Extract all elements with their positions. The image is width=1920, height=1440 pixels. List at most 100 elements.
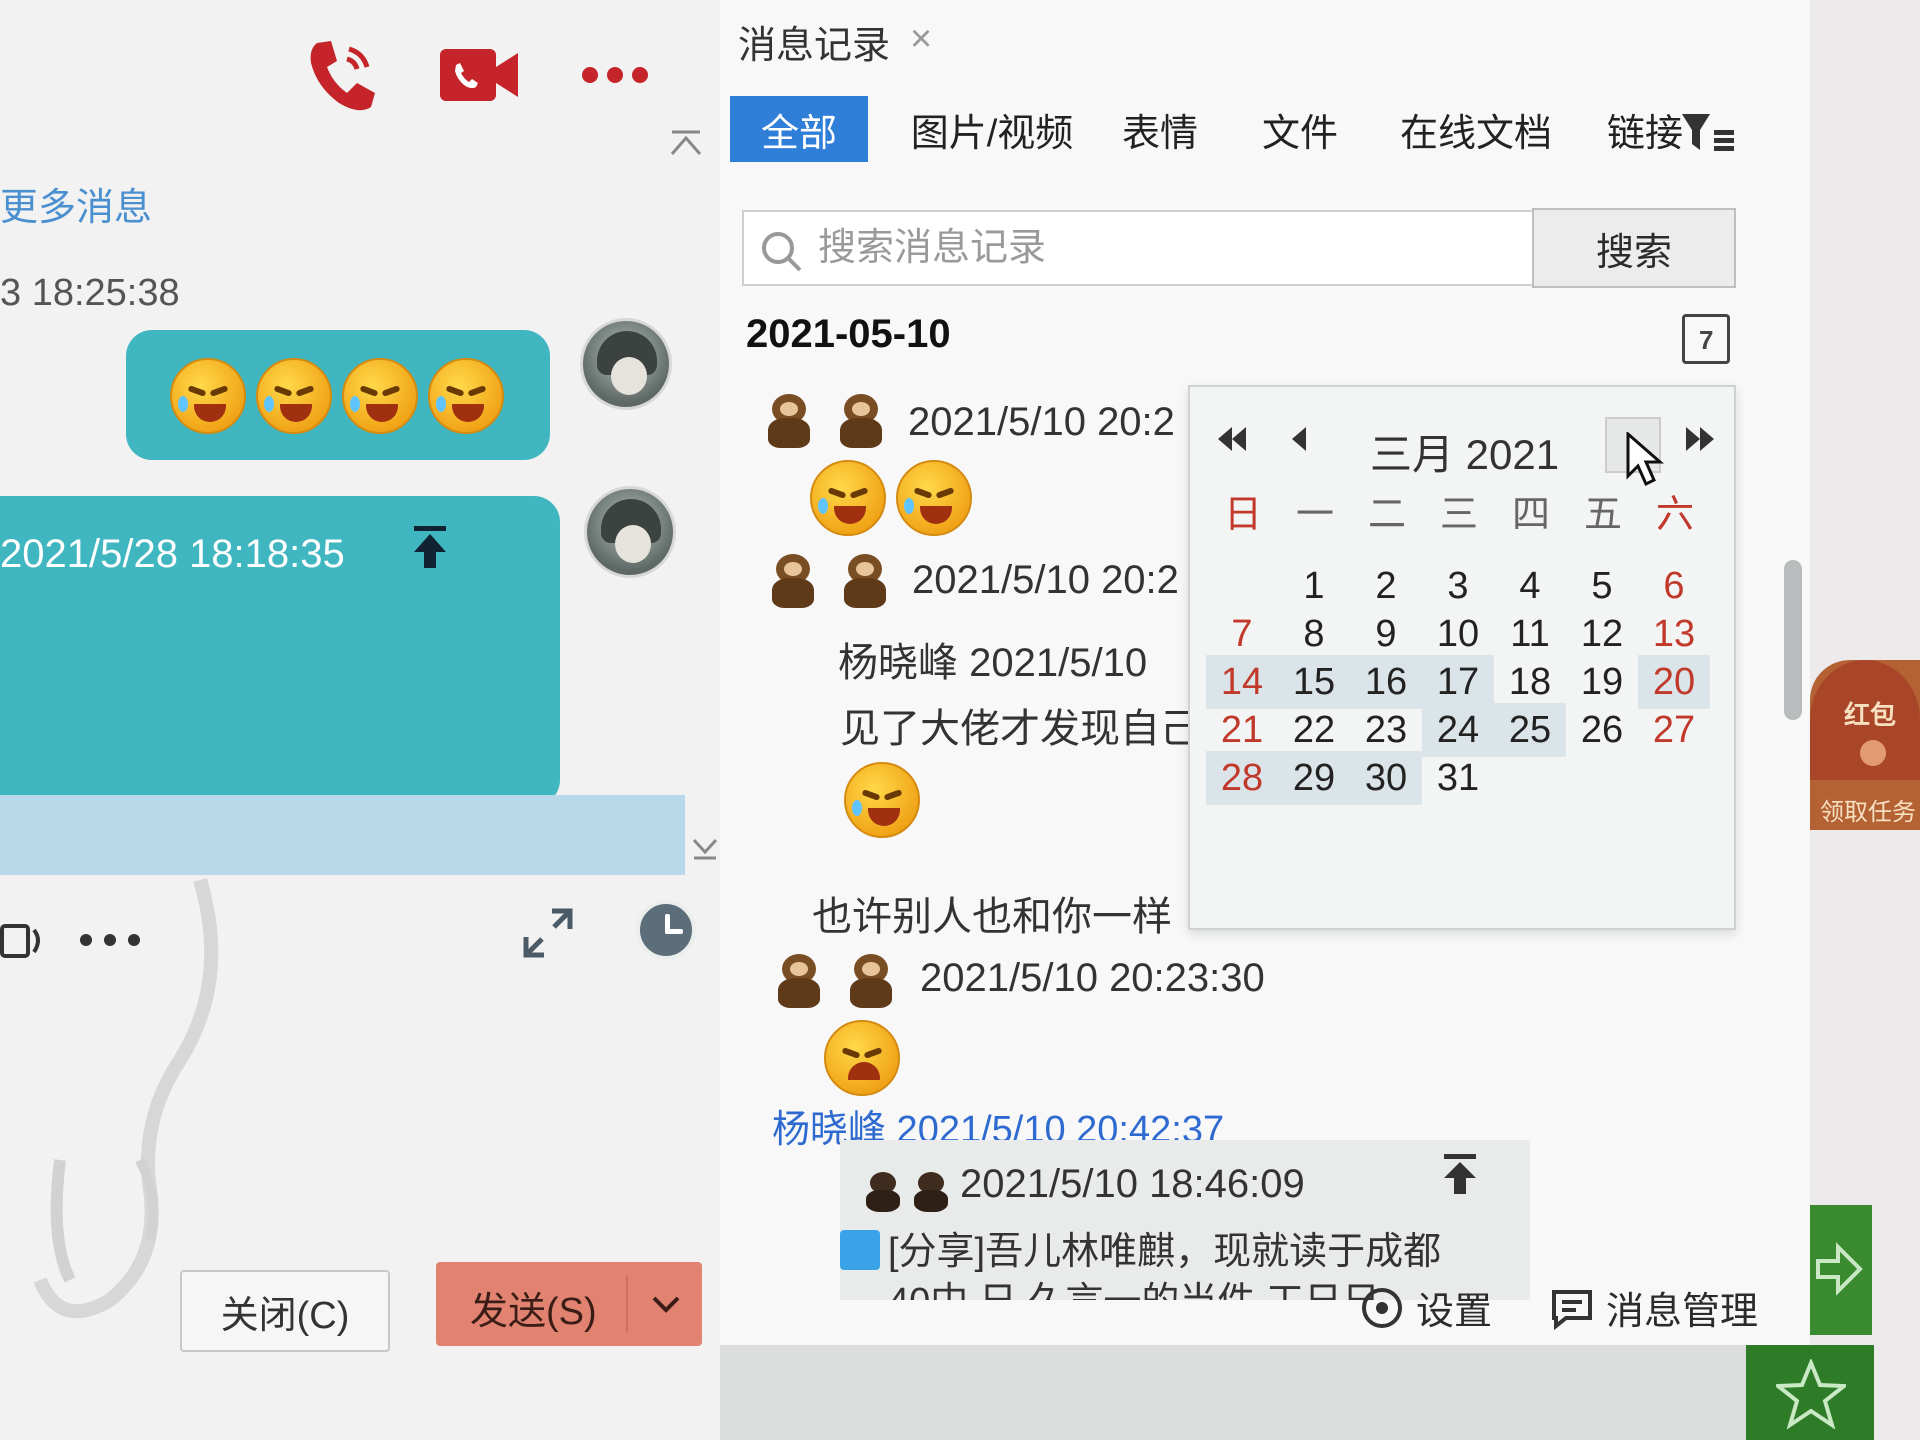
panel-title: 消息记录 [738,25,891,67]
calendar-day[interactable]: 16 [1350,655,1422,709]
send-button[interactable]: 发送(S) [436,1262,702,1346]
calendar-day[interactable]: 24 [1422,703,1494,757]
monkey-avatar [768,948,830,1010]
calendar-day[interactable]: 14 [1206,655,1278,709]
calendar-day[interactable]: 3 [1422,559,1494,613]
next-year-icon[interactable] [1680,419,1720,459]
scroll-down-icon[interactable] [690,836,720,862]
settings-button[interactable]: 设置 [1360,1280,1492,1335]
mouse-cursor [1626,432,1664,487]
previous-month-icon[interactable] [1280,419,1320,459]
pin-icon[interactable] [410,522,450,572]
task-label[interactable]: 领取任务 [1820,792,1916,827]
calendar-day[interactable]: 13 [1638,607,1710,661]
shared-link-card[interactable]: 2021/5/10 18:46:09 [分享]吾儿林唯麒，现就读于成都 40中 … [840,1140,1530,1300]
video-call-icon[interactable] [434,30,524,120]
calendar-day[interactable]: 10 [1422,607,1494,661]
avatar[interactable] [584,486,676,578]
weekday-label: 五 [1583,494,1622,536]
calendar-day[interactable]: 28 [1206,751,1278,805]
weekday-label: 六 [1655,494,1694,536]
tab-images-videos[interactable]: 图片/视频 [902,96,1082,162]
calendar-day[interactable]: 7 [1206,607,1278,661]
tab-online-docs[interactable]: 在线文档 [1396,96,1556,162]
calendar-day[interactable]: 19 [1566,655,1638,709]
send-button-label: 发送(S) [470,1291,597,1333]
chevron-down-icon[interactable] [648,1286,684,1322]
calendar-day[interactable]: 8 [1278,607,1350,661]
message-timestamp: 3 18:25:38 [0,272,180,314]
monkey-avatar [840,948,902,1010]
screenshot-icon[interactable] [0,916,50,966]
date-heading: 2021-05-10 [746,312,951,356]
chat-window: 更多消息 3 18:25:38 2021/5/28 18:18:35 关闭(C)… [0,0,720,1440]
calendar-day[interactable]: 22 [1278,703,1350,757]
calendar-day[interactable]: 6 [1638,559,1710,613]
share-arrow-button[interactable] [1810,1205,1872,1335]
weekday-label: 四 [1511,494,1550,536]
calendar-day[interactable]: 1 [1278,559,1350,613]
laugh-emoji-icon [256,358,332,434]
weekday-label: 日 [1223,494,1262,536]
calendar-day[interactable]: 23 [1350,703,1422,757]
calendar-day[interactable]: 17 [1422,655,1494,709]
pin-icon[interactable] [1440,1152,1480,1198]
scrollbar[interactable] [1784,560,1802,720]
emoji-message-bubble[interactable] [126,330,550,460]
calendar-day[interactable]: 2 [1350,559,1422,613]
close-button[interactable]: 关闭(C) [180,1270,390,1352]
monkey-avatar [762,548,824,610]
weekday-label: 三 [1439,494,1478,536]
scroll-up-icon[interactable] [668,128,704,158]
clock-icon[interactable] [636,900,696,960]
laugh-emoji-icon [896,460,972,536]
link-icon [840,1230,880,1270]
calendar-day[interactable]: 31 [1422,751,1494,805]
tab-emoji[interactable]: 表情 [1110,96,1210,162]
message-timestamp: 2021/5/10 20:2 [908,400,1175,444]
filter-icon[interactable] [1680,110,1736,154]
tab-files[interactable]: 文件 [1250,96,1350,162]
month-label: 三月 2021 [1370,431,1560,478]
close-icon[interactable]: × [910,18,932,61]
calendar-day[interactable]: 25 [1494,703,1566,757]
monkey-avatar [830,388,892,450]
search-input[interactable] [818,222,1518,274]
avatar[interactable] [580,318,672,410]
calendar-day[interactable]: 12 [1566,607,1638,661]
calendar-day[interactable]: 29 [1278,751,1350,805]
previous-year-icon[interactable] [1212,419,1252,459]
calendar-day[interactable]: 21 [1206,703,1278,757]
message-timestamp: 2021/5/10 20:23:30 [920,956,1265,1000]
phone-icon[interactable] [296,30,386,120]
message-manage-button[interactable]: 消息管理 [1550,1280,1758,1335]
calendar-icon[interactable]: 7 [1682,314,1730,364]
calendar-day[interactable]: 4 [1494,559,1566,613]
search-button[interactable]: 搜索 [1532,208,1736,288]
search-icon [762,232,802,272]
red-packet-seal [1860,740,1886,766]
message-timestamp: 2021/5/10 20:2 [912,558,1179,602]
tab-all[interactable]: 全部 [730,96,868,162]
monkey-avatar [758,388,820,450]
calendar-day[interactable]: 5 [1566,559,1638,613]
search-box [742,210,1542,286]
calendar-day[interactable]: 27 [1638,703,1710,757]
favorite-button[interactable] [1746,1345,1874,1440]
more-icon[interactable] [78,930,142,950]
expand-icon[interactable] [520,905,576,961]
laugh-emoji-icon [810,460,886,536]
calendar-day[interactable]: 18 [1494,655,1566,709]
calendar-day[interactable]: 11 [1494,607,1566,661]
calendar-day[interactable]: 20 [1638,655,1710,709]
weekday-label: 一 [1295,494,1334,536]
calendar-day[interactable]: 26 [1566,703,1638,757]
more-icon[interactable] [570,30,660,120]
history-tabs: 全部 图片/视频 表情 文件 在线文档 链接 [730,96,1790,162]
more-messages-link[interactable]: 更多消息 [0,176,152,231]
calendar-day[interactable]: 30 [1350,751,1422,805]
calendar-day[interactable]: 9 [1350,607,1422,661]
file-message-bubble[interactable]: 2021/5/28 18:18:35 [0,496,560,806]
shared-link-text: [分享]吾儿林唯麒，现就读于成都 [888,1231,1442,1273]
calendar-day[interactable]: 15 [1278,655,1350,709]
